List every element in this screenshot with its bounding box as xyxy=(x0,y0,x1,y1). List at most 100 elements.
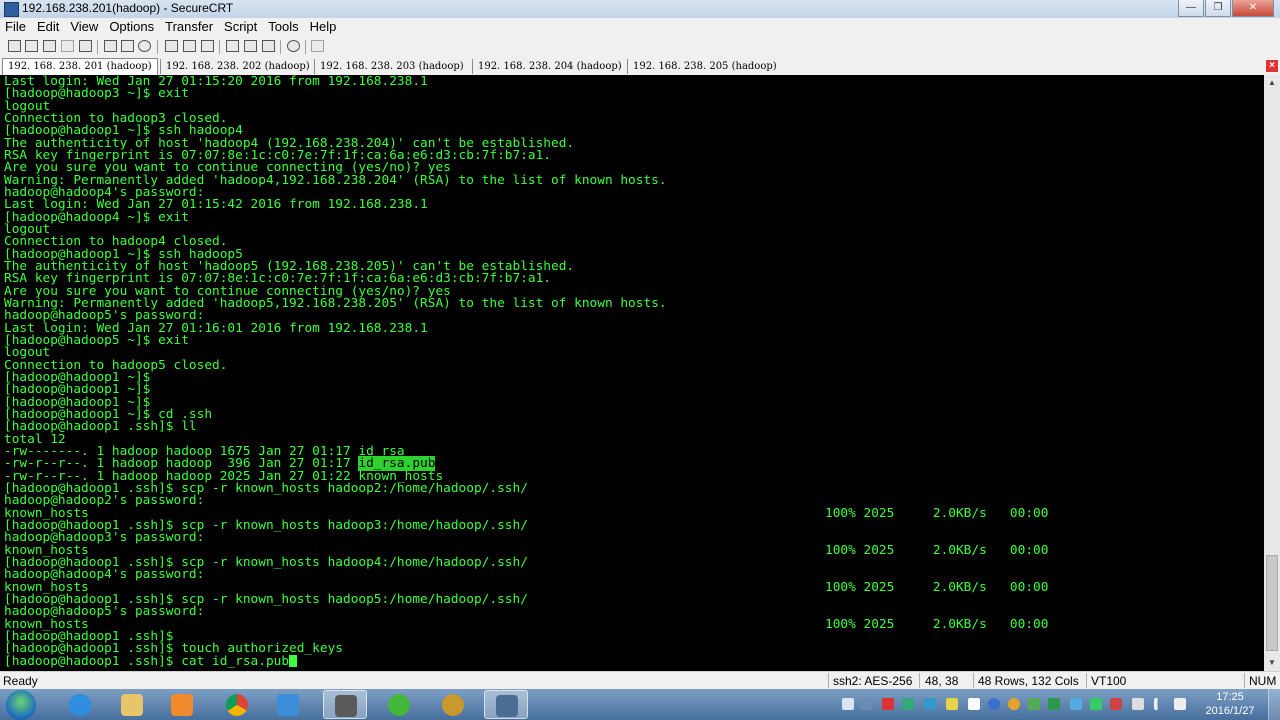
tab-session-205[interactable]: 192. 168. 238. 205 (hadoop) xyxy=(627,59,779,74)
scroll-thumb[interactable] xyxy=(1266,555,1278,651)
toolbar-separator xyxy=(305,40,306,54)
windows-taskbar: 17:25 2016/1/27 xyxy=(0,689,1280,720)
menu-view[interactable]: View xyxy=(65,18,104,36)
antivirus-icon[interactable] xyxy=(882,698,894,710)
file-explorer-taskbar-button[interactable] xyxy=(110,690,154,719)
title-bar[interactable]: 192.168.238.201(hadoop) - SecureCRT — ❐ … xyxy=(0,0,1280,19)
securecrt-taskbar-button[interactable] xyxy=(484,690,528,719)
status-cipher: ssh2: AES-256 xyxy=(833,674,913,688)
update-icon[interactable] xyxy=(902,698,914,710)
terminal-app-icon xyxy=(496,695,518,717)
session-options-icon[interactable] xyxy=(226,40,239,52)
bluetooth-icon[interactable] xyxy=(988,698,1000,710)
find-icon[interactable] xyxy=(138,40,151,52)
status-cursor-position: 48, 38 xyxy=(925,674,959,688)
security-app-taskbar-button[interactable] xyxy=(323,690,367,719)
menu-script[interactable]: Script xyxy=(219,18,263,36)
transfer-stats: 100% 2025 2.0KB/s 00:00 xyxy=(825,579,1049,595)
toolbar-separator xyxy=(157,40,158,54)
print-icon[interactable] xyxy=(201,40,214,52)
scroll-up-icon[interactable]: ▲ xyxy=(1264,75,1280,91)
usb-icon[interactable] xyxy=(1110,698,1122,710)
transfer-stats: 100% 2025 2.0KB/s 00:00 xyxy=(825,542,1049,558)
connect-in-tab-icon[interactable] xyxy=(43,40,56,52)
help-icon[interactable] xyxy=(287,40,300,52)
reconnect-icon[interactable] xyxy=(61,40,74,52)
folder-icon xyxy=(121,694,143,716)
copy-icon[interactable] xyxy=(104,40,117,52)
sftp-icon[interactable] xyxy=(262,40,275,52)
securecrt-app-icon xyxy=(4,2,19,17)
power-icon[interactable] xyxy=(1028,698,1040,710)
browser-icon xyxy=(277,694,299,716)
winrar-taskbar-button[interactable] xyxy=(431,690,475,719)
keyboard-icon[interactable] xyxy=(842,698,854,710)
close-tab-icon[interactable]: × xyxy=(1266,60,1278,72)
transfer-stats: 100% 2025 2.0KB/s 00:00 xyxy=(825,505,1049,521)
status-ready: Ready xyxy=(3,674,38,688)
status-divider xyxy=(1244,673,1245,688)
menu-bar: File Edit View Options Transfer Script T… xyxy=(0,18,1280,36)
global-options-icon[interactable] xyxy=(244,40,257,52)
text-cursor xyxy=(289,654,298,667)
qq-icon[interactable] xyxy=(1008,698,1020,710)
volume-icon[interactable] xyxy=(1174,698,1186,710)
connect-icon[interactable] xyxy=(8,40,21,52)
network-app-icon[interactable] xyxy=(924,698,936,710)
menu-help[interactable]: Help xyxy=(305,18,343,36)
refresh-icon xyxy=(388,694,410,716)
terminal-line: [hadoop@hadoop1 .ssh]$ cat id_rsa.pub xyxy=(4,653,298,669)
tab-session-201[interactable]: 192. 168. 238. 201 (hadoop) xyxy=(2,58,158,75)
messenger-icon[interactable] xyxy=(946,698,958,710)
clock-time: 17:25 xyxy=(1216,691,1244,703)
media-player-taskbar-button[interactable] xyxy=(160,690,204,719)
toolbar-separator xyxy=(219,40,220,54)
scroll-down-icon[interactable]: ▼ xyxy=(1264,655,1280,671)
menu-transfer[interactable]: Transfer xyxy=(160,18,219,36)
show-desktop-button[interactable] xyxy=(1268,689,1280,720)
chrome-taskbar-button[interactable] xyxy=(215,690,259,719)
internet-explorer-taskbar-button[interactable] xyxy=(58,690,102,719)
action-center-icon[interactable] xyxy=(860,698,872,710)
close-window-button[interactable]: ✕ xyxy=(1232,0,1274,17)
menu-file[interactable]: File xyxy=(0,18,32,36)
menu-edit[interactable]: Edit xyxy=(32,18,65,36)
start-button-icon[interactable] xyxy=(6,690,36,720)
current-command: [hadoop@hadoop1 .ssh]$ cat id_rsa.pub xyxy=(4,653,290,669)
status-divider xyxy=(828,673,829,688)
app-tray-icon[interactable] xyxy=(1090,698,1102,710)
minimize-button[interactable]: — xyxy=(1178,0,1204,17)
window-controls: — ❐ ✕ xyxy=(1177,0,1274,18)
clock-date: 2016/1/27 xyxy=(1205,705,1255,717)
archive-icon xyxy=(442,694,464,716)
paste-icon[interactable] xyxy=(121,40,134,52)
chrome-icon xyxy=(226,694,248,716)
status-num-lock: NUM xyxy=(1249,674,1277,688)
system-tray xyxy=(838,698,1188,712)
maximize-button[interactable]: ❐ xyxy=(1205,0,1231,17)
log-session-icon[interactable] xyxy=(165,40,178,52)
tab-session-202[interactable]: 192. 168. 238. 202 (hadoop) xyxy=(160,59,312,74)
menu-options[interactable]: Options xyxy=(104,18,160,36)
menu-tools[interactable]: Tools xyxy=(263,18,304,36)
signal-icon[interactable] xyxy=(1154,698,1166,710)
print-screen-icon[interactable] xyxy=(183,40,196,52)
tab-session-204[interactable]: 192. 168. 238. 204 (hadoop) xyxy=(472,59,624,74)
keymap-icon[interactable] xyxy=(311,40,324,52)
display-icon[interactable] xyxy=(1070,698,1082,710)
shield-icon[interactable] xyxy=(1048,698,1060,710)
refresh-app-taskbar-button[interactable] xyxy=(377,690,421,719)
terminal-screen[interactable]: Last login: Wed Jan 27 01:15:20 2016 fro… xyxy=(0,75,1264,671)
lock-icon xyxy=(335,695,357,717)
browser-taskbar-button[interactable] xyxy=(266,690,310,719)
status-divider xyxy=(1086,673,1087,688)
taskbar-clock[interactable]: 17:25 2016/1/27 xyxy=(1200,690,1260,718)
toolbar xyxy=(0,36,1280,59)
windows-icon[interactable] xyxy=(968,698,980,710)
terminal-scrollbar[interactable]: ▲ ▼ xyxy=(1264,75,1280,671)
toolbar-separator xyxy=(280,40,281,54)
quick-connect-icon[interactable] xyxy=(25,40,38,52)
disconnect-icon[interactable] xyxy=(79,40,92,52)
flag-icon[interactable] xyxy=(1132,698,1144,710)
tab-session-203[interactable]: 192. 168. 238. 203 (hadoop) xyxy=(314,59,468,74)
